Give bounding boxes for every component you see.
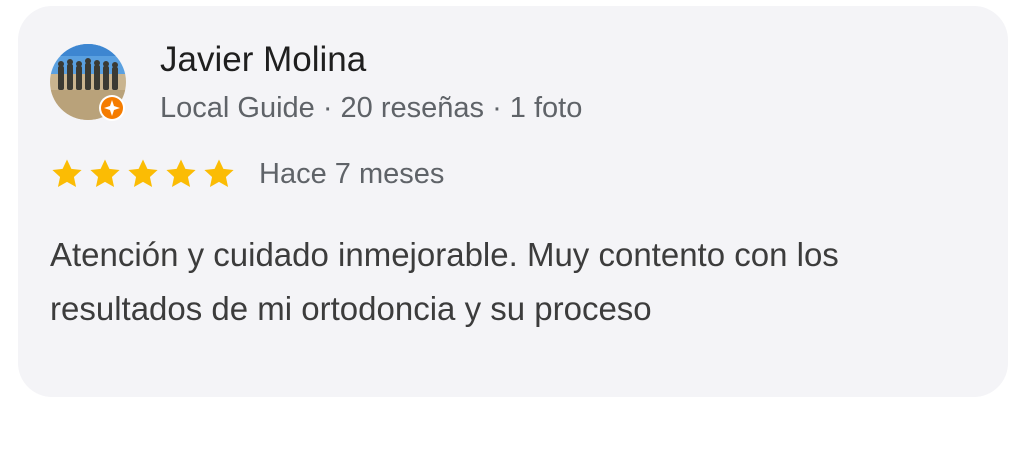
star-icon: [90, 159, 120, 188]
star-icon: [166, 159, 196, 188]
review-text: Atención y cuidado inmejorable. Muy cont…: [50, 236, 839, 327]
author-name[interactable]: Javier Molina: [160, 40, 366, 80]
star-icon: [52, 159, 82, 188]
author-meta: Local Guide · 20 reseñas · 1 foto: [160, 92, 583, 124]
avatar[interactable]: [50, 44, 126, 122]
star-rating: [50, 157, 236, 191]
star-icon: [204, 159, 234, 188]
local-guide-badge-icon: [98, 94, 126, 122]
star-icon: [128, 159, 158, 188]
review-time: Hace 7 meses: [259, 158, 445, 190]
review-card: Javier Molina Local Guide · 20 reseñas ·…: [18, 6, 1008, 397]
